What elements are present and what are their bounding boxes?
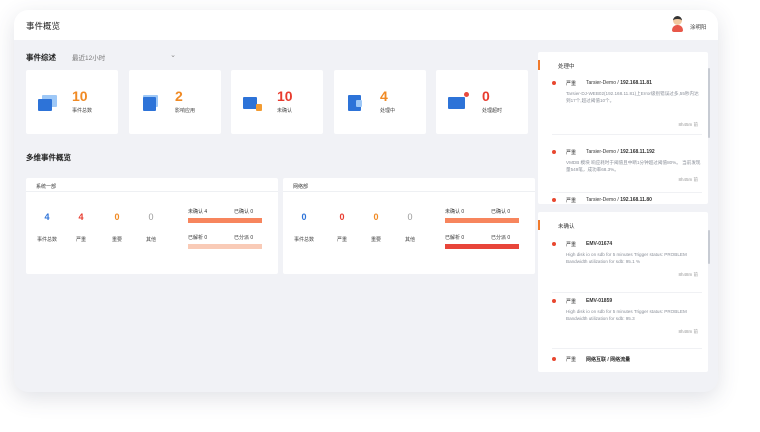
avatar[interactable] [670, 16, 684, 32]
group-total[interactable]: 0 [289, 212, 319, 222]
assigned-count: 已分派 0 [234, 235, 254, 241]
panel-title: 未确认 [558, 224, 575, 230]
feed-item[interactable]: 严重 网络互联 / 网络流量 [552, 356, 702, 364]
feed-body: Tarsier-DJ-WEB02(192.168.11.81)上Error级别错… [566, 91, 699, 103]
page-title: 事件概览 [26, 21, 61, 31]
stat-label: 未确认 [277, 108, 293, 114]
group-card-system: 系统一部 4 事件总数 4 严重 0 重要 0 其他 未确认 4 已确认 0 已… [26, 178, 278, 274]
event-total-icon [38, 95, 57, 111]
top-bar: 事件概览 涂明阳 [14, 10, 718, 40]
processing-panel: 处理中 严重 Tarsier-Demo / 192.168.11.81 Tars… [538, 52, 708, 204]
group-important[interactable]: 0 [102, 212, 132, 222]
stat-label: 事件总数 [72, 108, 93, 114]
stat-value: 0 [482, 88, 490, 104]
group-card-network: 网络部 0 事件总数 0 严重 0 重要 0 其他 未确认 0 已确认 0 已解… [283, 178, 535, 274]
feed-level: 严重 [566, 242, 577, 248]
overview-title: 事件综述 [26, 53, 56, 62]
unconfirmed-icon [243, 95, 262, 111]
group-name: 网络部 [293, 184, 309, 190]
severity-dot-icon [552, 357, 556, 361]
feed-item[interactable]: 严重 EMV-01859 High disk io on sdb for 5 m… [552, 298, 702, 342]
stat-value: 2 [175, 88, 183, 104]
feed-title: Tarsier-Demo / 192.168.11.192 [586, 149, 655, 155]
chevron-down-icon: ⌄ [170, 52, 176, 59]
app-icon [141, 95, 160, 111]
user-name[interactable]: 涂明阳 [690, 23, 707, 31]
stat-card-total[interactable]: 10 事件总数 [26, 70, 118, 134]
resolved-count: 已解析 0 [445, 235, 465, 241]
stat-label: 处理中 [380, 108, 396, 114]
group-other[interactable]: 0 [136, 212, 166, 222]
severity-dot-icon [552, 150, 556, 154]
assigned-count: 已分派 0 [491, 235, 511, 241]
feed-title: EMV-01859 [586, 298, 613, 304]
resolved-count: 已解析 0 [188, 235, 208, 241]
feed-time: 8h45m 前 [678, 177, 698, 182]
unconfirmed-scrollbar[interactable] [708, 230, 710, 264]
feed-level: 严重 [566, 81, 577, 87]
unconfirmed-panel: 未确认 严重 EMV-01674 High disk io on sdb for… [538, 212, 708, 372]
feed-level: 严重 [566, 299, 577, 305]
feed-item[interactable]: 严重 Tarsier-Demo / 192.168.11.80 [552, 197, 702, 205]
feed-level: 严重 [566, 150, 577, 156]
feed-time: 8h45m 前 [678, 122, 698, 127]
group-severe[interactable]: 4 [66, 212, 96, 222]
group-important[interactable]: 0 [361, 212, 391, 222]
feed-level: 严重 [566, 198, 577, 204]
unconfirmed-count: 未确认 0 [445, 209, 465, 215]
severity-dot-icon [552, 198, 556, 202]
document-icon [346, 95, 365, 111]
feed-time: 8h48m 前 [678, 272, 698, 277]
group-name: 系统一部 [36, 184, 57, 190]
feed-body: VMDB 模块 响应耗时于阈值且中断1分钟超过阈值80%。 当前发现量549笔，… [566, 160, 701, 172]
group-severe[interactable]: 0 [327, 212, 357, 222]
stat-label: 影响应用 [175, 108, 196, 114]
stat-card-processing[interactable]: 4 处理中 [334, 70, 426, 134]
confirmed-count: 已确认 0 [491, 209, 511, 215]
feed-title: Tarsier-Demo / 192.168.11.80 [586, 197, 652, 203]
group-other-label: 其他 [145, 237, 156, 243]
group-severe-label: 严重 [75, 237, 86, 243]
stat-card-apps[interactable]: 2 影响应用 [129, 70, 221, 134]
feed-time: 8h48m 前 [678, 329, 698, 334]
feed-body: High disk io on sdb for 5 minutes Trigge… [566, 252, 687, 264]
group-total-label: 事件总数 [36, 237, 57, 243]
unconfirmed-count: 未确认 4 [188, 209, 208, 215]
feed-title: Tarsier-Demo / 192.168.11.81 [586, 80, 652, 86]
group-other[interactable]: 0 [395, 212, 425, 222]
time-range-value: 最近12小时 [72, 55, 106, 62]
group-severe-label: 严重 [336, 237, 347, 243]
resolved-bar [188, 244, 262, 249]
severity-dot-icon [552, 81, 556, 85]
panel-title: 处理中 [558, 64, 575, 70]
feed-title: 网络互联 / 网络流量 [586, 357, 631, 363]
stat-value: 10 [72, 88, 88, 104]
processing-scrollbar[interactable] [708, 68, 710, 138]
resolved-bar [445, 244, 519, 249]
group-other-label: 其他 [404, 237, 415, 243]
feed-level: 严重 [566, 357, 577, 363]
feed-body: High disk io on sdb for 5 minutes Trigge… [566, 309, 687, 321]
stat-value: 4 [380, 88, 388, 104]
app-window: 事件概览 涂明阳 事件综述 最近12小时 ⌄ 10 事件总数 2 影响应用 10… [14, 10, 718, 392]
feed-item[interactable]: 严重 Tarsier-Demo / 192.168.11.81 Tarsier-… [552, 80, 702, 140]
stat-card-timeout[interactable]: 0 处理超时 [436, 70, 528, 134]
stat-value: 10 [277, 88, 293, 104]
feed-item[interactable]: 严重 EMV-01674 High disk io on sdb for 5 m… [552, 241, 702, 285]
confirmed-count: 已确认 0 [234, 209, 254, 215]
feed-title: EMV-01674 [586, 241, 613, 247]
time-range-select[interactable]: 最近12小时 ⌄ [72, 52, 176, 62]
unconfirmed-bar [445, 218, 519, 223]
severity-dot-icon [552, 299, 556, 303]
group-important-label: 重要 [111, 237, 122, 243]
multi-dim-title: 多维事件概览 [26, 153, 71, 162]
stat-card-unconfirmed[interactable]: 10 未确认 [231, 70, 323, 134]
monitor-alert-icon [448, 92, 469, 111]
severity-dot-icon [552, 242, 556, 246]
stat-label: 处理超时 [482, 108, 503, 114]
group-important-label: 重要 [370, 237, 381, 243]
unconfirmed-bar [188, 218, 262, 223]
group-total-label: 事件总数 [293, 237, 314, 243]
group-total[interactable]: 4 [32, 212, 62, 222]
